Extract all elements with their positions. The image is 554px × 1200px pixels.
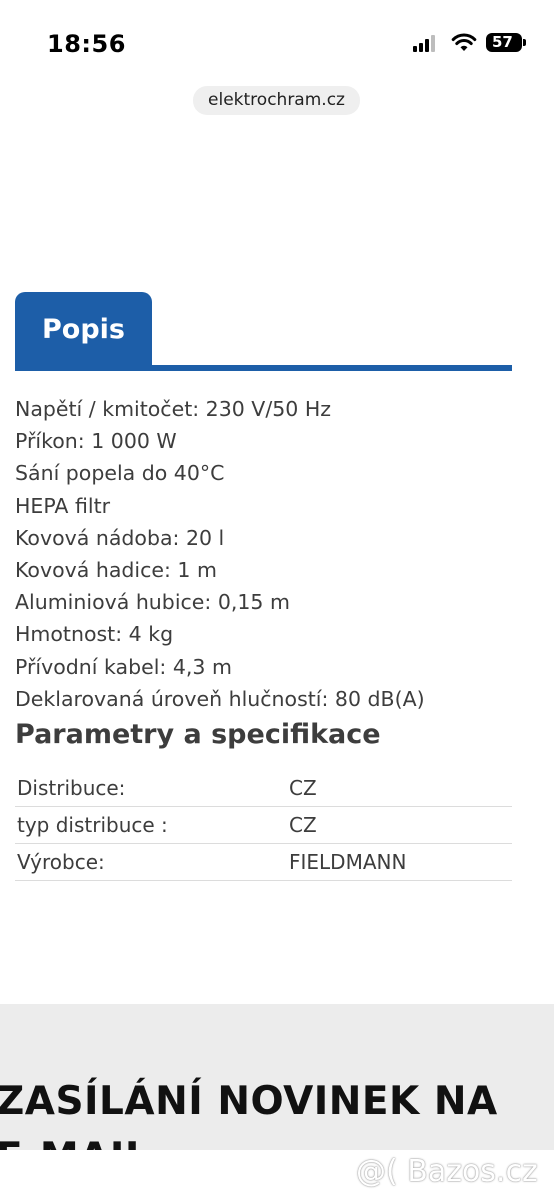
description-line: Kovová hadice: 1 m (15, 557, 217, 582)
description-line: Sání popela do 40°C (15, 461, 225, 486)
spec-label: Výrobce: (15, 843, 287, 881)
specs-table: Distribuce: CZ typ distribuce : CZ Výrob… (15, 770, 512, 881)
status-time: 18:56 (47, 30, 126, 58)
description-line: HEPA filtr (15, 493, 111, 518)
newsletter-title: ZASÍLÁNÍ NOVINEK NA E-MAIL (0, 1079, 498, 1150)
battery-level: 57 (492, 33, 513, 51)
spec-label: Distribuce: (15, 770, 287, 807)
description-line: Příkon: 1 000 W (15, 429, 177, 454)
description-line: Aluminiová hubice: 0,15 m (15, 590, 290, 615)
newsletter-section: ZASÍLÁNÍ NOVINEK NA E-MAIL (0, 1004, 554, 1150)
battery-icon: 57 (486, 33, 522, 52)
description-line: Hmotnost: 4 kg (15, 622, 174, 647)
status-bar: 18:56 57 (0, 0, 554, 80)
description-line: Napětí / kmitočet: 230 V/50 Hz (15, 397, 332, 421)
description-line: Kovová nádoba: 20 l (15, 525, 225, 550)
spec-value: FIELDMANN (287, 843, 512, 881)
watermark-text: @( Bazos.cz (356, 1154, 538, 1189)
table-row: Výrobce: FIELDMANN (15, 843, 512, 881)
table-row: Distribuce: CZ (15, 770, 512, 807)
tab-popis[interactable]: Popis (15, 292, 152, 366)
tab-underline (15, 365, 512, 371)
description-line: Přívodní kabel: 4,3 m (15, 654, 232, 679)
wifi-icon (451, 33, 477, 51)
table-row: typ distribuce : CZ (15, 806, 512, 844)
description-list: Napětí / kmitočet: 230 V/50 Hz Příkon: 1… (15, 393, 425, 715)
spec-value: CZ (287, 806, 512, 844)
bazos-watermark: @( Bazos.cz (356, 1152, 538, 1192)
spec-label: typ distribuce : (15, 806, 287, 844)
battery-tip (523, 39, 526, 46)
description-line: Deklarovaná úroveň hlučností: 80 dB(A) (15, 686, 425, 711)
cellular-signal-icon (413, 34, 439, 52)
address-bar[interactable]: elektrochram.cz (193, 86, 360, 115)
spec-value: CZ (287, 770, 512, 807)
specs-heading: Parametry a specifikace (15, 719, 381, 750)
